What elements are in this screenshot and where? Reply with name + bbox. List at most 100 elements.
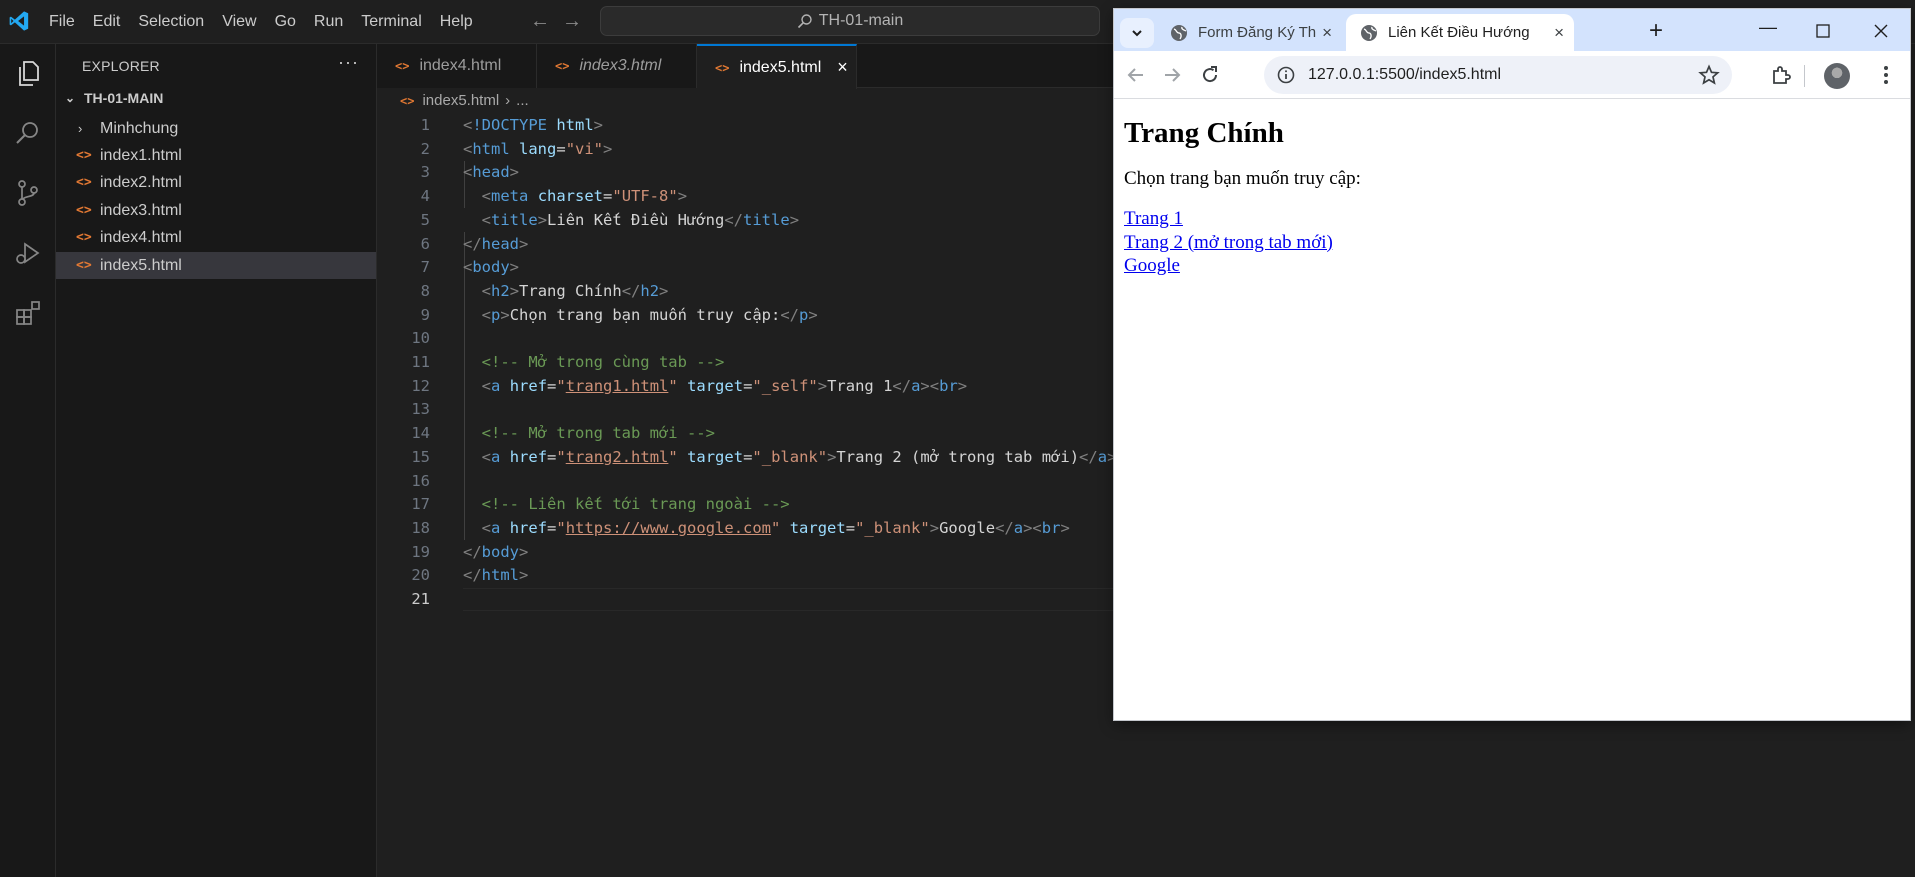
line-number: 3	[420, 163, 430, 182]
code-line[interactable]: 15 <a href="trang2.html" target="_blank"…	[377, 446, 1115, 470]
link-google[interactable]: Google	[1124, 255, 1180, 276]
menu-run[interactable]: Run	[305, 9, 352, 35]
more-actions-icon[interactable]: ···	[338, 52, 359, 73]
code-line[interactable]: 16	[377, 470, 1115, 494]
extensions-puzzle-icon[interactable]	[1769, 63, 1793, 87]
code-line[interactable]: 11 <!-- Mở trong cùng tab -->	[377, 351, 1115, 375]
line-number: 20	[411, 566, 430, 585]
code-text: <!DOCTYPE html>	[463, 116, 604, 134]
maximize-icon[interactable]	[1816, 24, 1830, 38]
workspace-root[interactable]: ⌄ TH-01-MAIN	[62, 90, 163, 106]
chrome-tab-form[interactable]: Form Đăng Ký Thông T ×	[1156, 14, 1342, 51]
reload-icon[interactable]	[1198, 63, 1222, 87]
source-control-icon[interactable]	[13, 178, 43, 208]
explorer-sidebar: EXPLORER ··· ⌄ TH-01-MAIN › Minhchung <>…	[56, 44, 377, 877]
code-line[interactable]: 20 </html>	[377, 564, 1115, 588]
back-arrow-icon[interactable]	[1124, 63, 1148, 87]
kebab-menu-icon[interactable]	[1874, 63, 1898, 87]
code-line[interactable]: 19 </body>	[377, 541, 1115, 565]
link-list: Trang 1 Trang 2 (mở trong tab mới) Googl…	[1124, 207, 1333, 278]
code-text: <p>Chọn trang bạn muốn truy cập:</p>	[481, 305, 818, 324]
tree-file-index4[interactable]: <> index4.html	[56, 224, 376, 251]
line-number: 12	[411, 376, 430, 395]
code-line[interactable]: 7 <body>	[377, 256, 1115, 280]
code-text: <a href="trang2.html" target="_blank">Tr…	[481, 447, 1115, 466]
code-line[interactable]: 21	[377, 588, 1115, 612]
window-close-icon[interactable]	[1874, 24, 1888, 38]
line-number: 6	[420, 234, 430, 253]
code-line[interactable]: 12 <a href="trang1.html" target="_self">…	[377, 375, 1115, 399]
menu-view[interactable]: View	[213, 9, 265, 35]
menu-terminal[interactable]: Terminal	[352, 9, 430, 35]
search-icon[interactable]	[13, 118, 43, 148]
code-line[interactable]: 3 <head>	[377, 161, 1115, 185]
site-info-icon[interactable]	[1276, 65, 1296, 85]
code-line[interactable]: 18 <a href="https://www.google.com" targ…	[377, 517, 1115, 541]
link-trang-1[interactable]: Trang 1	[1124, 208, 1183, 229]
html-file-icon: <>	[715, 60, 730, 75]
code-line[interactable]: 4 <meta charset="UTF-8">	[377, 185, 1115, 209]
html-file-icon: <>	[76, 148, 92, 163]
html-file-icon: <>	[76, 203, 92, 218]
close-tab-icon[interactable]: ×	[1322, 23, 1332, 43]
code-text: <!-- Liên kết tới trang ngoài -->	[481, 495, 790, 514]
chrome-tab-title: Liên Kết Điều Hướng	[1388, 24, 1530, 41]
tree-folder-minhchung[interactable]: › Minhchung	[56, 115, 376, 142]
code-line[interactable]: 9 <p>Chọn trang bạn muốn truy cập:</p>	[377, 304, 1115, 328]
chevron-right-icon: ›	[78, 121, 83, 136]
command-center-search[interactable]: TH-01-main	[600, 6, 1100, 36]
code-text: <body>	[463, 258, 520, 277]
explorer-files-icon[interactable]	[13, 58, 43, 88]
bookmark-star-icon[interactable]	[1698, 64, 1720, 86]
new-tab-icon[interactable]: +	[1649, 17, 1663, 45]
extensions-icon[interactable]	[13, 298, 43, 328]
code-text: <!-- Mở trong tab mới -->	[481, 424, 715, 443]
line-number: 9	[420, 305, 430, 324]
code-line[interactable]: 6 </head>	[377, 233, 1115, 257]
line-number: 2	[420, 139, 430, 158]
code-line[interactable]: 5 <title>Liên Kết Điều Hướng</title>	[377, 209, 1115, 233]
back-arrow-icon[interactable]: ←	[530, 10, 550, 33]
breadcrumb-file[interactable]: index5.html	[422, 92, 499, 109]
chrome-tab-lien-ket[interactable]: Liên Kết Điều Hướng ×	[1346, 14, 1574, 51]
line-number: 19	[411, 542, 430, 561]
close-tab-icon[interactable]: ×	[1554, 23, 1564, 43]
tree-file-index3[interactable]: <> index3.html	[56, 197, 376, 224]
tab-index5[interactable]: <> index5.html ×	[697, 44, 857, 89]
link-trang-2[interactable]: Trang 2 (mở trong tab mới)	[1124, 232, 1333, 253]
code-text: <a href="trang1.html" target="_self">Tra…	[481, 376, 968, 395]
code-editor[interactable]: 1 <!DOCTYPE html> 2 <html lang="vi"> 3 <head>…	[377, 114, 1115, 877]
profile-avatar[interactable]	[1824, 63, 1850, 89]
tab-index3[interactable]: <> index3.html	[537, 44, 697, 88]
forward-arrow-icon[interactable]: →	[562, 10, 582, 33]
code-line[interactable]: 17 <!-- Liên kết tới trang ngoài -->	[377, 493, 1115, 517]
code-line[interactable]: 1 <!DOCTYPE html>	[377, 114, 1115, 138]
address-bar[interactable]: 127.0.0.1:5500/index5.html	[1264, 56, 1732, 94]
breadcrumb-rest[interactable]: ...	[516, 92, 529, 109]
menu-selection[interactable]: Selection	[129, 9, 213, 35]
tree-file-index1[interactable]: <> index1.html	[56, 142, 376, 169]
code-line[interactable]: 14 <!-- Mở trong tab mới -->	[377, 422, 1115, 446]
code-line[interactable]: 2 <html lang="vi">	[377, 138, 1115, 162]
code-line[interactable]: 10	[377, 327, 1115, 351]
menu-go[interactable]: Go	[266, 9, 305, 35]
menu-help[interactable]: Help	[431, 9, 482, 35]
code-line[interactable]: 13	[377, 398, 1115, 422]
close-icon[interactable]: ×	[837, 57, 848, 78]
menu-file[interactable]: File	[40, 9, 84, 35]
tab-index4[interactable]: <> index4.html	[377, 44, 537, 88]
tree-file-index5[interactable]: <> index5.html	[56, 252, 376, 279]
menu-edit[interactable]: Edit	[84, 9, 130, 35]
forward-arrow-icon[interactable]	[1160, 63, 1184, 87]
minimize-icon[interactable]: —	[1759, 17, 1777, 38]
code-text: <meta charset="UTF-8">	[481, 187, 688, 206]
code-text: <a href="https://www.google.com" target=…	[481, 518, 1070, 537]
code-line[interactable]: 8 <h2>Trang Chính</h2>	[377, 280, 1115, 304]
chrome-tab-title: Form Đăng Ký Thông T	[1198, 24, 1316, 41]
toolbar-divider	[1804, 65, 1805, 87]
line-number: 8	[420, 281, 430, 300]
run-debug-icon[interactable]	[13, 238, 43, 268]
tab-search-button[interactable]	[1120, 18, 1154, 48]
tree-file-index2[interactable]: <> index2.html	[56, 169, 376, 196]
line-number: 10	[411, 329, 430, 348]
